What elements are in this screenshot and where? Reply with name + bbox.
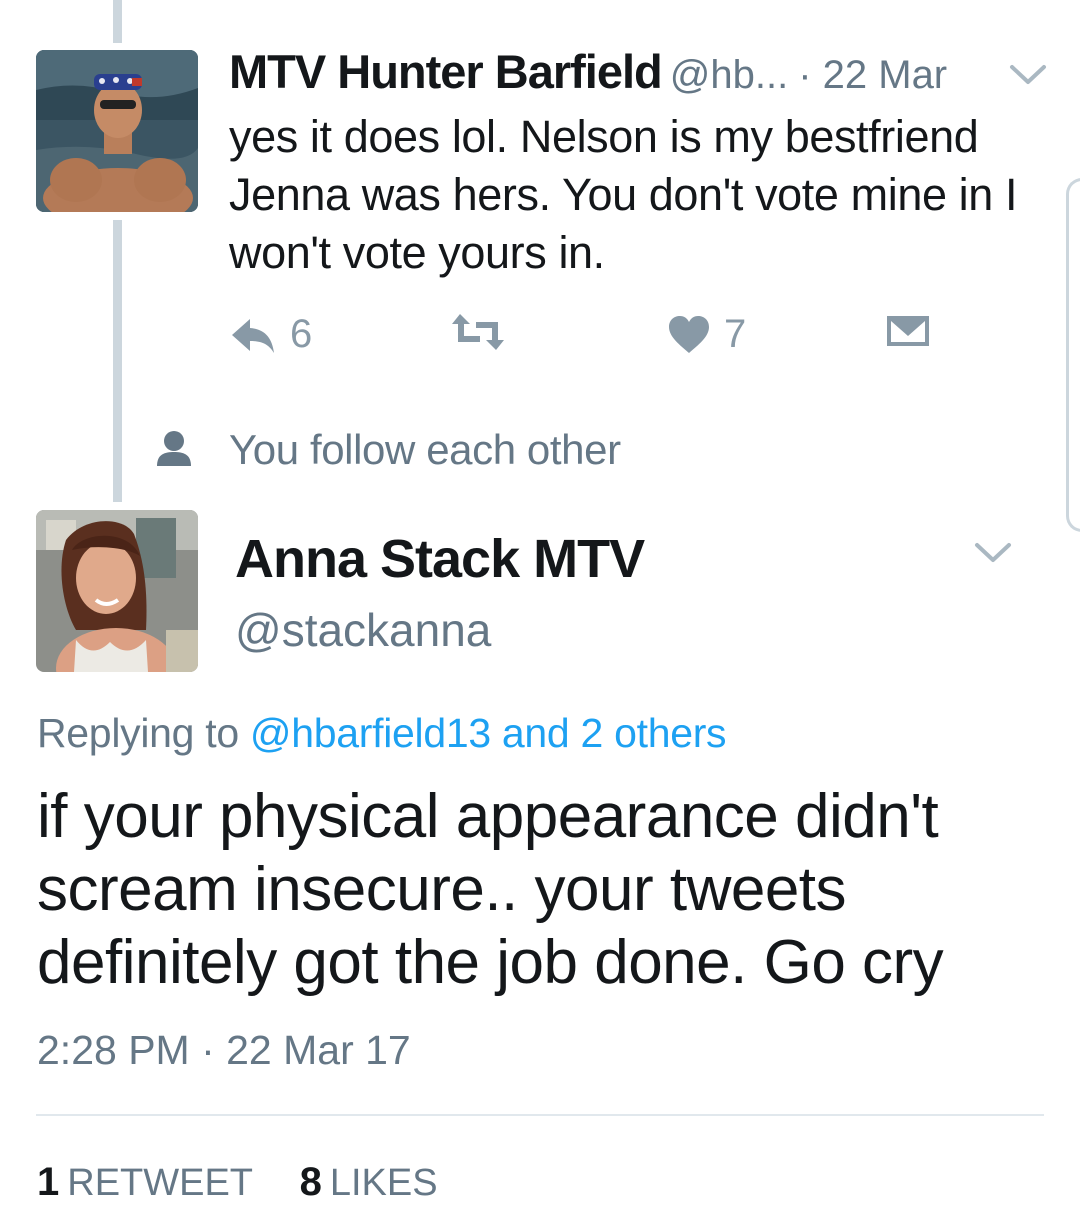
direct-message-button[interactable] <box>885 312 931 350</box>
reply-count: 6 <box>290 312 313 356</box>
like-button[interactable]: 7 <box>668 312 746 357</box>
tweet2-author-handle[interactable]: @stackanna <box>235 603 491 657</box>
thread-line-top <box>113 0 122 43</box>
tweet1-author-name[interactable]: MTV Hunter Barfield <box>229 45 663 98</box>
likes-stat[interactable]: 8 LIKES <box>300 1160 438 1205</box>
tweet1-timestamp[interactable]: · 22 Mar <box>798 53 947 97</box>
replying-to-label: Replying to <box>37 710 239 756</box>
tweet1-text: yes it does lol. Nelson is my bestfriend… <box>229 111 1018 278</box>
replying-to-link[interactable]: @hbarfield13 and 2 others <box>250 710 727 756</box>
tweet2-author-name[interactable]: Anna Stack MTV <box>235 528 645 590</box>
avatar-hunter-barfield[interactable] <box>36 50 198 212</box>
tweet1-header: MTV Hunter Barfield @hb... · 22 Mar <box>229 44 1049 102</box>
likes-label: LIKES <box>329 1162 438 1204</box>
social-context: You follow each other <box>155 424 621 476</box>
avatar-anna-stack[interactable] <box>36 510 198 672</box>
reply-button[interactable]: 6 <box>230 312 312 357</box>
like-count: 7 <box>724 312 747 356</box>
chevron-down-icon[interactable] <box>973 540 1013 566</box>
chevron-down-icon[interactable] <box>1008 62 1048 88</box>
retweets-count: 1 <box>37 1160 60 1204</box>
social-context-text: You follow each other <box>229 426 621 473</box>
retweet-button[interactable] <box>450 312 506 352</box>
thread-line <box>113 220 122 502</box>
scrollbar[interactable] <box>1066 178 1080 532</box>
likes-count: 8 <box>299 1160 322 1204</box>
tweet1-actions: 6 7 <box>0 312 1080 360</box>
retweets-label: RETWEET <box>67 1162 254 1204</box>
heart-icon <box>668 315 710 355</box>
replying-to: Replying to @hbarfield13 and 2 others <box>37 710 727 757</box>
divider <box>36 1114 1044 1116</box>
tweet2-timestamp[interactable]: 2:28 PM · 22 Mar 17 <box>37 1027 411 1074</box>
envelope-icon <box>885 312 931 350</box>
tweet-stats: 1 RETWEET 8 LIKES <box>37 1160 474 1205</box>
retweet-icon <box>450 312 506 352</box>
tweet2-text: if your physical appearance didn't screa… <box>37 782 944 997</box>
tweet1-author-handle[interactable]: @hb... <box>670 53 788 97</box>
person-icon <box>155 428 193 473</box>
retweets-stat[interactable]: 1 RETWEET <box>37 1160 253 1205</box>
reply-icon <box>230 315 276 355</box>
